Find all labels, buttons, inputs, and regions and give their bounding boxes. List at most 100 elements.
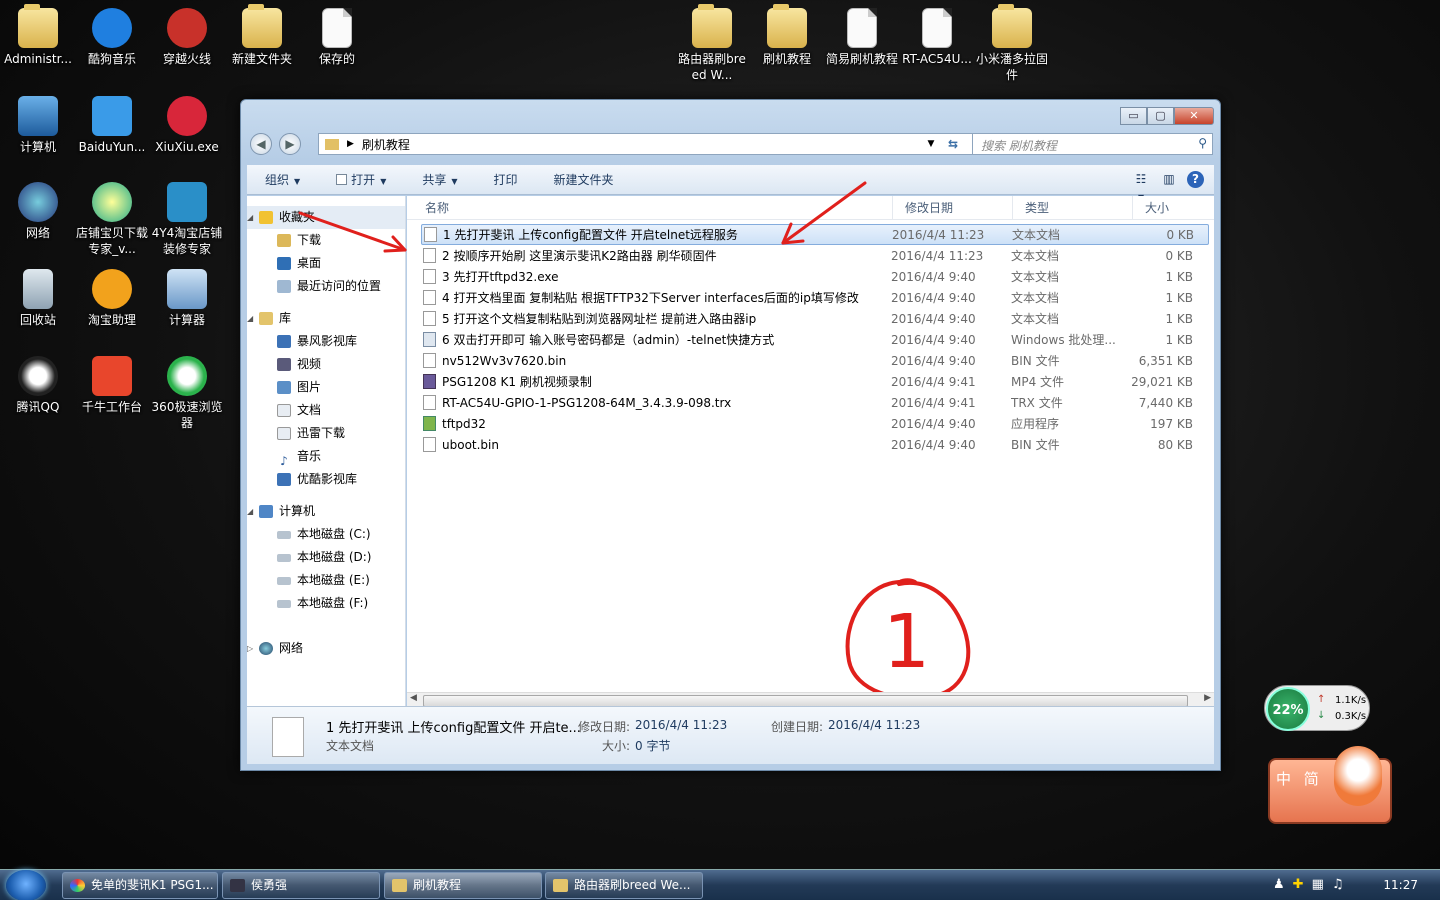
scroll-left-icon[interactable]: ◀ [410, 693, 417, 703]
file-row[interactable]: 5 打开这个文档复制粘贴到浏览器网址栏 提前进入路由器ip 2016/4/4 9:… [421, 308, 1214, 329]
print-button[interactable]: 打印 [476, 171, 536, 188]
breadcrumb-current[interactable]: 刷机教程 [362, 136, 410, 153]
document-icon [922, 8, 952, 48]
nav-xunlei-downloads[interactable]: 迅雷下载 [247, 422, 405, 445]
nav-pictures[interactable]: 图片 [247, 376, 405, 399]
computer-icon [18, 96, 58, 136]
desktop-icon-saved[interactable]: 保存的 [299, 4, 375, 67]
file-row[interactable]: 1 先打开斐讯 上传config配置文件 开启telnet远程服务 2016/4/… [421, 224, 1209, 245]
nav-youku-library[interactable]: 优酷影视库 [247, 468, 405, 491]
taskbar-item-breed-folder[interactable]: 路由器刷breed We... [545, 872, 703, 899]
desktop-icon-shop-tool[interactable]: 店铺宝贝下载专家_v... [74, 178, 150, 257]
volume-icon[interactable]: ♫ [1332, 877, 1344, 892]
nav-computer[interactable]: ◢ 计算机 [247, 500, 405, 523]
start-button[interactable] [6, 870, 46, 900]
desktop-icon-computer[interactable]: 计算机 [0, 92, 76, 155]
desktop-icon-4y4[interactable]: 4Y4淘宝店铺装修专家 [149, 178, 225, 257]
nav-libraries[interactable]: ◢ 库 [247, 307, 405, 330]
desktop-icon-qq[interactable]: 腾讯QQ [0, 352, 76, 415]
navigation-pane: ◢ 收藏夹 下载 桌面 最近访问的位置 ◢ 库 暴风影视库 视频 图片 文档 迅雷下… [247, 196, 406, 706]
close-button[interactable]: ✕ [1174, 107, 1214, 125]
column-name[interactable]: 名称 [407, 196, 893, 219]
nav-drive-e[interactable]: 本地磁盘 (E:) [247, 569, 405, 592]
taskbar-item-browser[interactable]: 免单的斐讯K1 PSG1... [62, 872, 218, 899]
network-tray-icon[interactable]: ▦ [1312, 877, 1324, 892]
360-tray-icon[interactable]: ✚ [1293, 877, 1304, 892]
network-speed-widget[interactable]: 22% ↑ 1.1K/s ↓ 0.3K/s [1264, 685, 1370, 731]
desktop-icon [277, 257, 291, 270]
desktop-icon-kugou[interactable]: 酷狗音乐 [74, 4, 150, 67]
nav-downloads[interactable]: 下载 [247, 229, 405, 252]
minimize-button[interactable]: ▭ [1120, 107, 1147, 125]
nav-documents[interactable]: 文档 [247, 399, 405, 422]
address-dropdown-icon[interactable]: ▼ [924, 134, 938, 154]
file-row[interactable]: 6 双击打开即可 输入账号密码都是（admin）-telnet快捷方式 2016/… [421, 329, 1214, 350]
desktop-icon-recycle-bin[interactable]: 回收站 [0, 265, 76, 328]
nav-recent-places[interactable]: 最近访问的位置 [247, 275, 405, 298]
forward-button[interactable]: ▶ [279, 133, 301, 155]
help-icon[interactable]: ? [1187, 170, 1204, 188]
scroll-right-icon[interactable]: ▶ [1204, 693, 1211, 703]
back-button[interactable]: ◀ [250, 133, 272, 155]
nav-favorites[interactable]: ◢ 收藏夹 [247, 206, 405, 229]
desktop-icon-calculator[interactable]: 计算器 [149, 265, 225, 328]
expand-icon[interactable]: ▷ [247, 637, 257, 660]
desktop-icon-flash-tutorial[interactable]: 刷机教程 [749, 4, 825, 67]
desktop-icon-xiaomi-firmware[interactable]: 小米潘多拉固件 [974, 4, 1050, 83]
organize-button[interactable]: 组织 ▼ [247, 171, 318, 188]
collapse-icon[interactable]: ◢ [247, 307, 257, 330]
file-row[interactable]: tftpd32 2016/4/4 9:40 应用程序 197 KB [421, 413, 1214, 434]
desktop-icon-xiuxiu[interactable]: XiuXiu.exe [149, 92, 225, 155]
nav-desktop[interactable]: 桌面 [247, 252, 405, 275]
desktop-icon-rt-ac54u[interactable]: RT-AC54U... [899, 4, 975, 67]
view-options-icon[interactable]: ☷ ▾ [1131, 170, 1151, 204]
nav-drive-f[interactable]: 本地磁盘 (F:) [247, 592, 405, 615]
collapse-icon[interactable]: ◢ [247, 206, 257, 229]
file-row[interactable]: uboot.bin 2016/4/4 9:40 BIN 文件 80 KB [421, 434, 1214, 455]
music-icon: ♪ [280, 454, 288, 468]
search-icon[interactable]: ⚲ [1198, 136, 1207, 150]
open-button[interactable]: 打开 ▼ [318, 171, 404, 188]
desktop-icon-new-folder[interactable]: 新建文件夹 [224, 4, 300, 67]
file-row[interactable]: 2 按顺序开始刷 这里演示斐讯K2路由器 刷华硕固件 2016/4/4 11:23… [421, 245, 1214, 266]
video-file-icon [423, 374, 436, 389]
nav-baofeng-library[interactable]: 暴风影视库 [247, 330, 405, 353]
address-bar[interactable]: ▶ 刷机教程 [318, 133, 980, 155]
column-type[interactable]: 类型 [1013, 196, 1133, 219]
desktop-icon-breed-folder[interactable]: 路由器刷breed W... [674, 4, 750, 83]
collapse-icon[interactable]: ◢ [247, 500, 257, 523]
search-input[interactable]: 搜索 刷机教程 ⚲ [972, 133, 1213, 155]
taskbar-item-video[interactable]: 侯勇强 [222, 872, 380, 899]
preview-pane-icon[interactable]: ▥ [1159, 170, 1179, 188]
explorer-window[interactable]: ▭ ▢ ✕ ◀ ▶ ▶ 刷机教程 ▼ ⇆ 搜索 刷机教程 ⚲ 组织 ▼ 打开 ▼ 共… [240, 99, 1221, 771]
file-row[interactable]: PSG1208 K1 刷机视频录制 2016/4/4 9:41 MP4 文件 29,0… [421, 371, 1214, 392]
chevron-down-icon: ▼ [380, 177, 387, 186]
file-row[interactable]: RT-AC54U-GPIO-1-PSG1208-64M_3.4.3.9-098.… [421, 392, 1214, 413]
file-row[interactable]: 3 先打开tftpd32.exe 2016/4/4 9:40 文本文档 1 KB [421, 266, 1214, 287]
desktop-icon-crossfire[interactable]: 穿越火线 [149, 4, 225, 67]
file-row[interactable]: 4 打开文档里面 复制粘贴 根据TFTP32下Server interfaces… [421, 287, 1214, 308]
desktop-icon-360-browser[interactable]: 360极速浏览器 [149, 352, 225, 431]
desktop-icon-network[interactable]: 网络 [0, 178, 76, 241]
nav-network[interactable]: ▷ 网络 [247, 637, 405, 660]
column-date[interactable]: 修改日期 [893, 196, 1013, 219]
desktop-icon-baiduyun[interactable]: BaiduYun... [74, 92, 150, 155]
nav-videos[interactable]: 视频 [247, 353, 405, 376]
qq-tray-icon[interactable]: ♟ [1273, 877, 1285, 892]
file-row[interactable]: nv512Wv3v7620.bin 2016/4/4 9:40 BIN 文件 6,35… [421, 350, 1214, 371]
ime-status-widget[interactable]: 中 简 [1268, 746, 1392, 824]
clock[interactable]: 11:27 [1383, 878, 1418, 892]
desktop-icon-simple-tutorial[interactable]: 简易刷机教程 [824, 4, 900, 67]
desktop-icon-taobao-assistant[interactable]: 淘宝助理 [74, 265, 150, 328]
maximize-button[interactable]: ▢ [1147, 107, 1174, 125]
taskbar-item-explorer[interactable]: 刷机教程 [384, 872, 542, 899]
desktop-icon-administrator[interactable]: Administr... [0, 4, 76, 67]
nav-music[interactable]: ♪ 音乐 [247, 445, 405, 468]
new-folder-button[interactable]: 新建文件夹 [536, 171, 632, 188]
refresh-icon[interactable]: ⇆ [942, 134, 964, 154]
column-size[interactable]: 大小 [1133, 196, 1213, 219]
share-button[interactable]: 共享 ▼ [404, 171, 475, 188]
nav-drive-c[interactable]: 本地磁盘 (C:) [247, 523, 405, 546]
nav-drive-d[interactable]: 本地磁盘 (D:) [247, 546, 405, 569]
desktop-icon-qianniu[interactable]: 千牛工作台 [74, 352, 150, 415]
